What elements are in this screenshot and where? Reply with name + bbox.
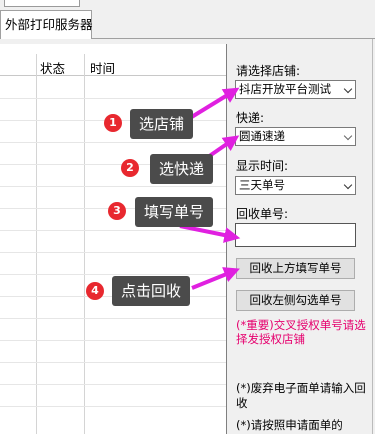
chevron-down-icon [343, 84, 353, 94]
row-divider [0, 340, 226, 341]
cross-auth-warning: (*重要)交叉授权单号请选择发授权店铺 [236, 318, 366, 346]
chevron-down-icon [343, 131, 353, 141]
tab-external-print-server[interactable]: 外部打印服务器 [0, 10, 93, 39]
top-strip [0, 0, 375, 8]
step-badge-4: 4 [86, 282, 104, 300]
tab-divider [92, 38, 375, 39]
row-divider [0, 230, 226, 231]
grid-header: 状态 时间 [0, 54, 226, 77]
callout-select-express: 选快递 [150, 154, 214, 184]
tab-label-fragment [25, 0, 65, 2]
row-divider [0, 362, 226, 363]
time-label: 显示时间: [236, 159, 289, 173]
discard-note: (*)废弃电子面单请输入回收 [236, 381, 366, 410]
step-badge-1: 1 [104, 114, 122, 132]
column-header-time[interactable]: 时间 [90, 58, 115, 77]
callout-select-shop: 选店铺 [130, 109, 194, 139]
row-divider [0, 318, 226, 319]
row-divider [0, 406, 226, 407]
step-badge-3: 3 [108, 202, 126, 220]
express-select[interactable]: 圆通速递 [235, 127, 356, 146]
shop-select[interactable]: 抖店开放平台测试 [235, 80, 356, 99]
row-divider [0, 98, 226, 99]
row-divider [0, 274, 226, 275]
row-divider [0, 186, 226, 187]
recycle-checked-button[interactable]: 回收左侧勾选单号 [236, 290, 355, 311]
express-label: 快递: [236, 111, 265, 125]
chevron-down-icon [343, 180, 353, 190]
window-edge [372, 39, 373, 434]
recycle-number-input[interactable] [235, 223, 356, 247]
time-select[interactable]: 三天单号 [235, 176, 356, 195]
row-divider [0, 384, 226, 385]
callout-click-recycle: 点击回收 [112, 276, 191, 306]
shop-label: 请选择店铺: [236, 64, 301, 78]
row-divider [0, 142, 226, 143]
recycle-label: 回收单号: [236, 207, 289, 221]
row-divider [0, 252, 226, 253]
column-header-status[interactable]: 状态 [40, 58, 65, 77]
recycle-filled-button[interactable]: 回收上方填写单号 [236, 258, 355, 279]
column-divider [36, 54, 37, 434]
express-select-value: 圆通速递 [239, 129, 285, 143]
column-divider [84, 54, 85, 434]
callout-fill-number: 填写单号 [135, 197, 214, 227]
apply-note: (*)请按照申请面单的 [236, 418, 343, 432]
step-badge-2: 2 [121, 159, 139, 177]
shop-select-value: 抖店开放平台测试 [239, 82, 331, 96]
time-select-value: 三天单号 [239, 178, 285, 192]
hidden-tab[interactable] [4, 0, 80, 7]
order-grid[interactable]: 状态 时间 [0, 44, 227, 434]
